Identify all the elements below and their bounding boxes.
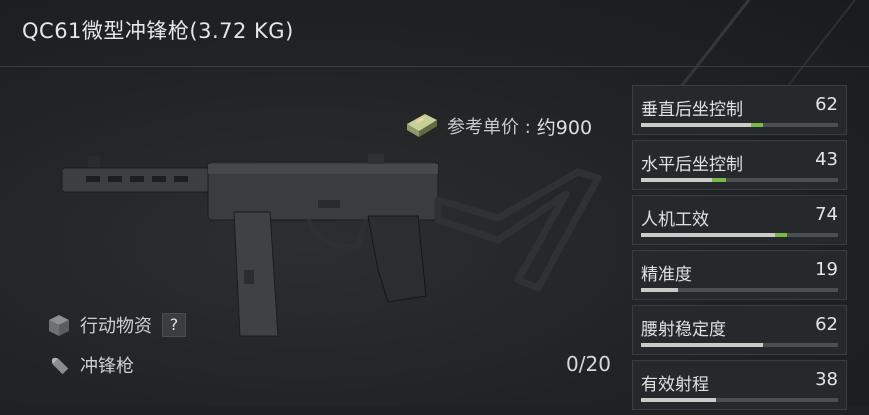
stat-bar-bonus bbox=[774, 233, 787, 237]
stat-name: 腰射稳定度 bbox=[641, 320, 726, 340]
bullet-icon bbox=[51, 357, 69, 375]
stat-row: 水平后坐控制 43 bbox=[632, 140, 847, 190]
price-value: 约900 bbox=[536, 116, 593, 139]
item-title: QC61微型冲锋枪(3.72 KG) bbox=[22, 19, 294, 43]
category-label: 行动物资 bbox=[80, 316, 152, 337]
help-button[interactable]: ? bbox=[162, 313, 186, 337]
stat-bar-base bbox=[641, 123, 752, 127]
stat-bar-base bbox=[641, 233, 775, 237]
stat-bar bbox=[641, 398, 838, 402]
stat-name: 人机工效 bbox=[641, 210, 709, 230]
category-row: 行动物资 ? bbox=[46, 312, 186, 338]
stat-bar-bonus bbox=[711, 178, 726, 182]
price-label: 参考单价 : bbox=[447, 117, 531, 138]
stat-name: 垂直后坐控制 bbox=[641, 100, 743, 120]
stat-row: 精准度 19 bbox=[632, 250, 847, 300]
stat-bar-base bbox=[641, 343, 764, 347]
stat-value: 19 bbox=[815, 259, 838, 280]
supply-box-icon bbox=[49, 315, 69, 336]
stat-bar bbox=[641, 343, 838, 347]
stat-name: 精准度 bbox=[641, 265, 692, 285]
cash-stack-icon bbox=[407, 114, 437, 137]
stat-bar bbox=[641, 123, 838, 127]
stat-name: 有效射程 bbox=[641, 375, 709, 395]
stat-row: 有效射程 38 bbox=[632, 360, 847, 410]
stat-bar bbox=[641, 233, 838, 237]
type-row: 冲锋枪 bbox=[46, 352, 134, 378]
stat-value: 62 bbox=[815, 94, 838, 115]
title-divider bbox=[0, 66, 869, 67]
stat-row: 人机工效 74 bbox=[632, 195, 847, 245]
stat-row: 腰射稳定度 62 bbox=[632, 305, 847, 355]
type-label: 冲锋枪 bbox=[80, 356, 134, 377]
stat-name: 水平后坐控制 bbox=[641, 155, 743, 175]
stat-value: 38 bbox=[815, 369, 838, 390]
stat-row: 垂直后坐控制 62 bbox=[632, 85, 847, 135]
stats-panel: 垂直后坐控制 62 水平后坐控制 43 人机工效 74 精准度 19 腰射稳定度… bbox=[632, 85, 847, 415]
stat-bar-base bbox=[641, 178, 712, 182]
stat-bar bbox=[641, 288, 838, 292]
stat-bar-base bbox=[641, 288, 679, 292]
stat-bar-bonus bbox=[751, 123, 764, 127]
stat-value: 62 bbox=[815, 314, 838, 335]
ammo-count: 0/20 bbox=[566, 352, 611, 376]
reference-price: 参考单价 : 约900 bbox=[403, 110, 592, 142]
stat-bar-base bbox=[641, 398, 716, 402]
stat-bar bbox=[641, 178, 838, 182]
stat-value: 74 bbox=[815, 204, 838, 225]
stat-value: 43 bbox=[815, 149, 838, 170]
